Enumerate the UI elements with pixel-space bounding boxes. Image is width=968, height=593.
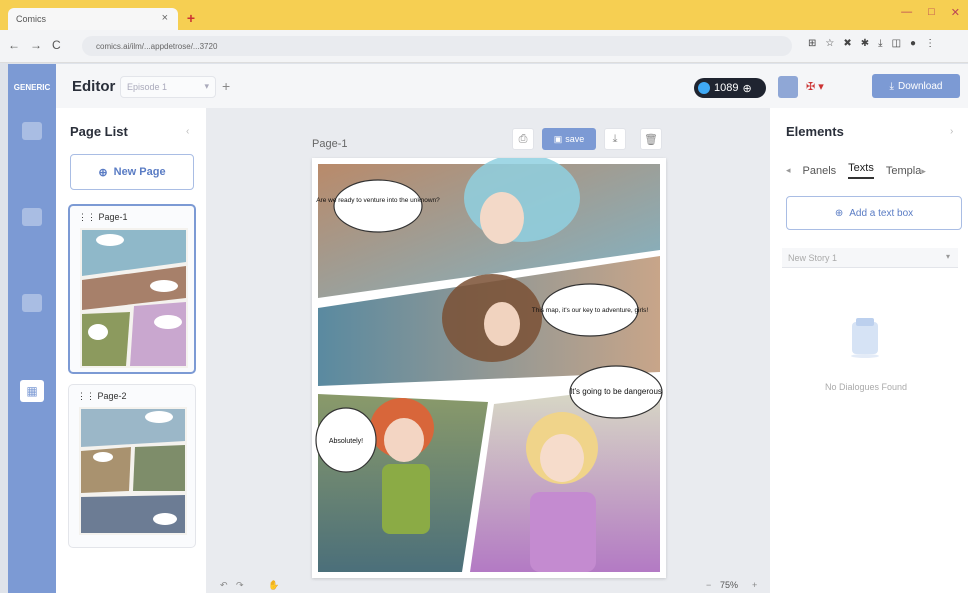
credits-badge[interactable]: 1089 ⊕	[694, 78, 766, 98]
sidepanel-icon[interactable]: ◫	[892, 38, 901, 49]
page-card-2[interactable]: ⋮⋮ Page-2	[68, 384, 196, 548]
new-tab-icon[interactable]: +	[182, 9, 200, 27]
elements-tabs: ◂ Panels Texts Templa▸	[786, 162, 926, 179]
page-title: Editor	[72, 78, 116, 95]
collapse-icon[interactable]: ‹	[186, 126, 189, 137]
avatar[interactable]	[778, 76, 798, 98]
menu-icon[interactable]: ⋮	[925, 38, 935, 49]
rail-item-editor-icon[interactable]: ▦	[20, 380, 44, 402]
trash-icon[interactable]: 🗑	[640, 128, 662, 150]
close-tab-icon[interactable]: ×	[162, 12, 168, 24]
star-icon[interactable]: ☆	[825, 38, 834, 49]
coin-icon	[698, 82, 710, 94]
close-window-icon[interactable]: ✕	[951, 6, 960, 19]
extension-icon[interactable]: ✖	[843, 38, 851, 49]
minimize-icon[interactable]: —	[901, 6, 912, 19]
episode-select[interactable]: Episode 1 ▾	[120, 76, 216, 98]
browser-nav: ← → C	[8, 38, 61, 52]
tab-panels[interactable]: Panels	[803, 165, 837, 177]
zoom-level: 75%	[720, 580, 739, 590]
left-rail	[8, 64, 56, 593]
profile-icon[interactable]: ●	[910, 38, 916, 49]
speech-bubble-4[interactable]: Absolutely!	[315, 407, 377, 473]
chevron-down-icon: ▾	[945, 252, 950, 261]
comic-page-art: Are we ready to venture into the unknown…	[312, 154, 666, 578]
translate-icon[interactable]: ⊞	[808, 38, 816, 49]
save-icon: ▣	[553, 133, 563, 144]
language-flag-icon[interactable]: ✠ ▾	[806, 80, 824, 93]
page-thumbnail	[79, 407, 187, 535]
add-credits-icon[interactable]: ⊕	[742, 82, 751, 95]
add-episode-button[interactable]: +	[222, 78, 230, 94]
export-icon[interactable]: ⤓	[604, 128, 626, 150]
zoom-out-icon[interactable]: −	[706, 580, 711, 590]
download-browser-icon[interactable]: ⤓	[878, 38, 882, 49]
pan-icon[interactable]: ✋	[268, 580, 279, 591]
undo-icon[interactable]: ↶	[220, 580, 228, 591]
forward-icon[interactable]: →	[30, 38, 42, 52]
print-icon[interactable]: ⎙	[512, 128, 534, 150]
download-icon: ⤓	[889, 80, 894, 92]
canvas-bottom-bar: ↶ ↷ ✋ − 75% +	[206, 580, 770, 593]
tabs-left-arrow-icon[interactable]: ◂	[786, 165, 791, 176]
plus-circle-icon: ⊕	[834, 207, 844, 219]
url-text: comics.ai/ilm/...appdetrose/...3720	[96, 41, 218, 51]
tab-templates[interactable]: Templa▸	[886, 165, 926, 177]
browser-tab-title: Comics	[16, 14, 47, 24]
reload-icon[interactable]: C	[52, 38, 61, 52]
collapse-icon[interactable]: ›	[950, 126, 953, 137]
chevron-down-icon: ▾	[204, 81, 209, 91]
redo-icon[interactable]: ↷	[236, 580, 244, 591]
puzzle-icon[interactable]: ✱	[861, 38, 869, 49]
add-text-box-button[interactable]: ⊕ Add a text box	[786, 196, 962, 230]
page-card-1[interactable]: ⋮⋮ Page-1	[68, 204, 196, 374]
page-thumbnail	[80, 228, 188, 368]
speech-bubble-3[interactable]: It's going to be dangerous	[569, 365, 663, 419]
bubble-1-text: Are we ready to venture into the unknown…	[316, 197, 440, 204]
story-select[interactable]: New Story 1 ▾	[782, 248, 958, 268]
empty-state-icon	[848, 314, 882, 358]
bubble-4-text: Absolutely!	[329, 438, 363, 445]
save-button[interactable]: ▣ save	[542, 128, 596, 150]
rail-item-characters-icon[interactable]	[22, 208, 42, 226]
bubble-3-text: It's going to be dangerous	[570, 387, 662, 396]
credits-count: 1089	[714, 82, 739, 94]
add-text-box-label: Add a text box	[849, 207, 914, 219]
story-select-value: New Story 1	[788, 252, 838, 263]
rail-item-stories-icon[interactable]	[22, 122, 42, 140]
download-label: Download	[897, 80, 943, 92]
browser-tab[interactable]: Comics ×	[8, 8, 178, 30]
page-card-label: ⋮⋮ Page-2	[77, 391, 127, 401]
current-page-label: Page-1	[312, 138, 348, 150]
back-icon[interactable]: ←	[8, 38, 20, 52]
zoom-in-icon[interactable]: +	[752, 580, 757, 590]
download-button[interactable]: ⤓ Download	[872, 74, 960, 98]
episode-select-value: Episode 1	[127, 82, 168, 92]
browser-extensions: ⊞ ☆ ✖ ✱ ⤓ ◫ ● ⋮	[808, 38, 935, 49]
bubble-2-text: This map, it's our key to adventure, gir…	[532, 307, 649, 314]
empty-state-text: No Dialogues Found	[824, 382, 908, 392]
url-field[interactable]: comics.ai/ilm/...appdetrose/...3720	[82, 36, 792, 56]
rail-item-scenes-icon[interactable]	[22, 294, 42, 312]
tab-texts[interactable]: Texts	[848, 162, 874, 179]
plus-circle-icon: ⊕	[98, 166, 108, 179]
page-toolbar: ⎙ ▣ save ⤓ 🗑	[512, 128, 662, 150]
save-label: save	[565, 134, 585, 144]
comic-page[interactable]: Are we ready to venture into the unknown…	[312, 154, 666, 578]
page-card-label: ⋮⋮ Page-1	[78, 212, 128, 222]
app-logo: GENERIC	[13, 83, 51, 92]
new-page-label: New Page	[113, 166, 166, 178]
elements-title: Elements	[786, 124, 844, 139]
new-page-button[interactable]: ⊕ New Page	[70, 154, 194, 190]
window-controls: — □ ✕	[901, 6, 960, 19]
maximize-icon[interactable]: □	[928, 6, 935, 19]
page-list-title: Page List	[70, 124, 128, 139]
